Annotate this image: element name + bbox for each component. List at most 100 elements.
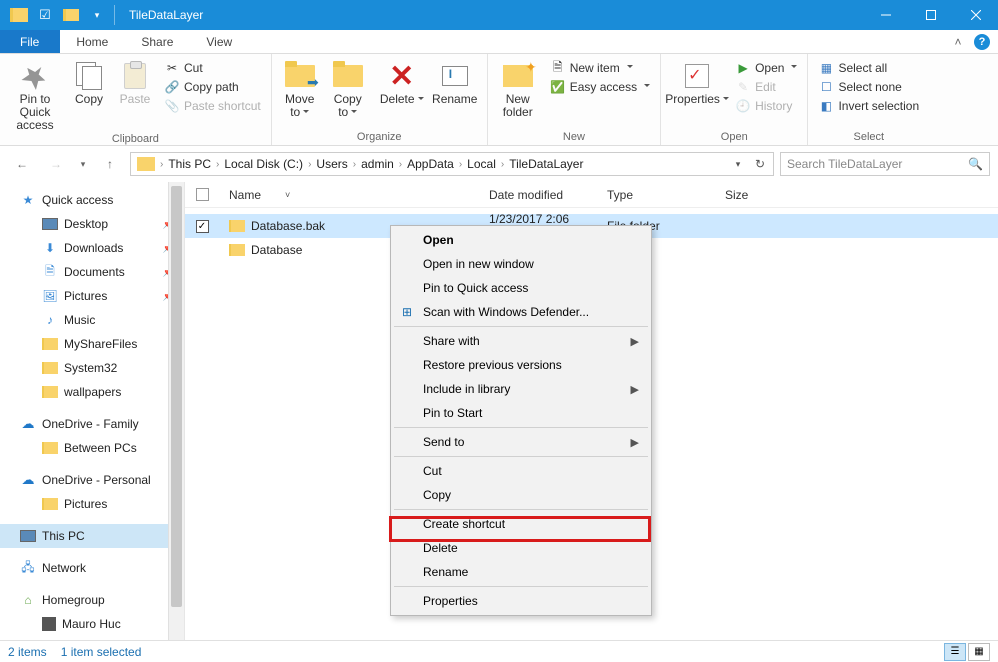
ctx-share-with[interactable]: Share with▶	[393, 329, 649, 353]
sidebar-homegroup[interactable]: ⌂Homegroup	[0, 588, 184, 612]
sidebar-item-wallpapers[interactable]: wallpapers	[0, 380, 184, 404]
column-header-size[interactable]: Size	[715, 182, 785, 207]
sidebar-network[interactable]: 🖧Network	[0, 556, 184, 580]
sidebar-item-documents[interactable]: 🗎Documents📌	[0, 260, 184, 284]
tab-file[interactable]: File	[0, 30, 60, 53]
chevron-right-icon: ▶	[631, 335, 639, 348]
sidebar-scrollbar[interactable]	[168, 182, 184, 640]
tab-view[interactable]: View	[190, 30, 249, 53]
sidebar-onedrive-personal[interactable]: ☁OneDrive - Personal	[0, 468, 184, 492]
sidebar-item-downloads[interactable]: ⬇Downloads📌	[0, 236, 184, 260]
crumb-this-pc[interactable]: This PC	[164, 157, 215, 171]
ctx-delete[interactable]: Delete	[393, 536, 649, 560]
crumb-admin[interactable]: admin	[357, 157, 398, 171]
paste-shortcut-button[interactable]: 📎Paste shortcut	[164, 98, 261, 114]
collapse-ribbon-icon[interactable]: ˄	[948, 30, 968, 54]
minimize-button[interactable]	[863, 0, 908, 30]
address-folder-icon	[137, 157, 155, 171]
ctx-cut[interactable]: Cut	[393, 459, 649, 483]
view-details-button[interactable]: ☰	[944, 643, 966, 661]
ribbon: Pin to Quick access Copy Paste ✂Cut 🔗Cop…	[0, 54, 998, 146]
ctx-send-to[interactable]: Send to▶	[393, 430, 649, 454]
sidebar-item-between-pcs[interactable]: Between PCs	[0, 436, 184, 460]
new-item-button[interactable]: 🗎New item	[550, 60, 650, 76]
row-checkbox[interactable]: ✓	[196, 220, 209, 233]
column-header-name[interactable]: Name˅	[219, 182, 479, 207]
crumb-local[interactable]: Local	[463, 157, 500, 171]
copy-to-icon	[333, 65, 363, 87]
back-button[interactable]: ←	[8, 150, 36, 178]
qat-properties-icon[interactable]: ☑	[32, 1, 58, 29]
open-button[interactable]: ▶Open	[735, 60, 797, 76]
qat-new-folder-icon[interactable]	[58, 1, 84, 29]
row-checkbox[interactable]	[196, 244, 209, 257]
paste-button[interactable]: Paste	[112, 56, 158, 106]
sidebar-item-pictures[interactable]: 🖼Pictures📌	[0, 284, 184, 308]
history-button[interactable]: 🕘History	[735, 98, 797, 114]
column-header-date[interactable]: Date modified	[479, 182, 597, 207]
move-to-button[interactable]: Move to	[276, 56, 324, 119]
crumb-tiledatalayer[interactable]: TileDataLayer	[505, 157, 587, 171]
new-folder-button[interactable]: New folder	[492, 56, 544, 119]
invert-selection-button[interactable]: ◧Invert selection	[818, 98, 919, 114]
up-button[interactable]: ↑	[96, 150, 124, 178]
pin-to-quick-access-button[interactable]: Pin to Quick access	[4, 56, 66, 132]
ctx-include-library[interactable]: Include in library▶	[393, 377, 649, 401]
copy-path-button[interactable]: 🔗Copy path	[164, 79, 261, 95]
sidebar-item-pictures-od[interactable]: Pictures	[0, 492, 184, 516]
ctx-pin-quick-access[interactable]: Pin to Quick access	[393, 276, 649, 300]
crumb-appdata[interactable]: AppData	[403, 157, 458, 171]
ctx-rename[interactable]: Rename	[393, 560, 649, 584]
ctx-open-new-window[interactable]: Open in new window	[393, 252, 649, 276]
tab-home[interactable]: Home	[60, 30, 125, 53]
crumb-users[interactable]: Users	[312, 157, 351, 171]
tab-share[interactable]: Share	[125, 30, 190, 53]
sort-indicator-icon: ˅	[285, 190, 290, 200]
ctx-create-shortcut[interactable]: Create shortcut	[393, 512, 649, 536]
ctx-properties[interactable]: Properties	[393, 589, 649, 613]
address-history-dropdown[interactable]: ▾	[727, 153, 749, 175]
sidebar-item-mauro[interactable]: Mauro Huc	[0, 612, 184, 636]
view-large-icons-button[interactable]: ▦	[968, 643, 990, 661]
copy-button[interactable]: Copy	[66, 56, 112, 106]
recent-locations-dropdown[interactable]: ▾	[76, 150, 90, 178]
header-checkbox[interactable]	[185, 188, 219, 201]
documents-icon: 🗎	[42, 264, 58, 280]
sidebar-quick-access[interactable]: ★Quick access	[0, 188, 184, 212]
close-button[interactable]	[953, 0, 998, 30]
sidebar-item-desktop[interactable]: Desktop📌	[0, 212, 184, 236]
navigation-pane[interactable]: ★Quick access Desktop📌 ⬇Downloads📌 🗎Docu…	[0, 182, 185, 640]
edit-button[interactable]: ✎Edit	[735, 79, 797, 95]
easy-access-button[interactable]: ✅Easy access	[550, 79, 650, 95]
ctx-pin-start[interactable]: Pin to Start	[393, 401, 649, 425]
column-header-type[interactable]: Type	[597, 182, 715, 207]
sidebar-item-music[interactable]: ♪Music	[0, 308, 184, 332]
refresh-button[interactable]: ↻	[749, 153, 771, 175]
ctx-copy[interactable]: Copy	[393, 483, 649, 507]
properties-button[interactable]: Properties	[665, 56, 729, 106]
pc-icon	[20, 528, 36, 544]
maximize-button[interactable]	[908, 0, 953, 30]
rename-button[interactable]: Rename	[427, 56, 483, 106]
copy-to-button[interactable]: Copy to	[324, 56, 372, 119]
delete-button[interactable]: ✕ Delete	[377, 56, 427, 106]
qat-folder-icon[interactable]	[6, 1, 32, 29]
forward-button[interactable]: →	[42, 150, 70, 178]
address-bar[interactable]: › This PC› Local Disk (C:)› Users› admin…	[130, 152, 774, 176]
sidebar-item-mysharefiles[interactable]: MyShareFiles	[0, 332, 184, 356]
search-input[interactable]: Search TileDataLayer 🔍	[780, 152, 990, 176]
ctx-scan-defender[interactable]: ⊞Scan with Windows Defender...	[393, 300, 649, 324]
ctx-open[interactable]: Open	[393, 228, 649, 252]
move-icon	[285, 65, 315, 87]
sidebar-item-system32[interactable]: System32	[0, 356, 184, 380]
cut-button[interactable]: ✂Cut	[164, 60, 261, 76]
select-none-button[interactable]: ☐Select none	[818, 79, 919, 95]
help-button[interactable]: ?	[972, 30, 992, 54]
select-all-button[interactable]: ▦Select all	[818, 60, 919, 76]
qat-customize-dropdown[interactable]: ▾	[84, 1, 110, 29]
sidebar-onedrive-family[interactable]: ☁OneDrive - Family	[0, 412, 184, 436]
sidebar-this-pc[interactable]: This PC	[0, 524, 184, 548]
crumb-local-disk[interactable]: Local Disk (C:)	[220, 157, 307, 171]
ctx-restore-previous[interactable]: Restore previous versions	[393, 353, 649, 377]
folder-icon	[229, 220, 245, 232]
